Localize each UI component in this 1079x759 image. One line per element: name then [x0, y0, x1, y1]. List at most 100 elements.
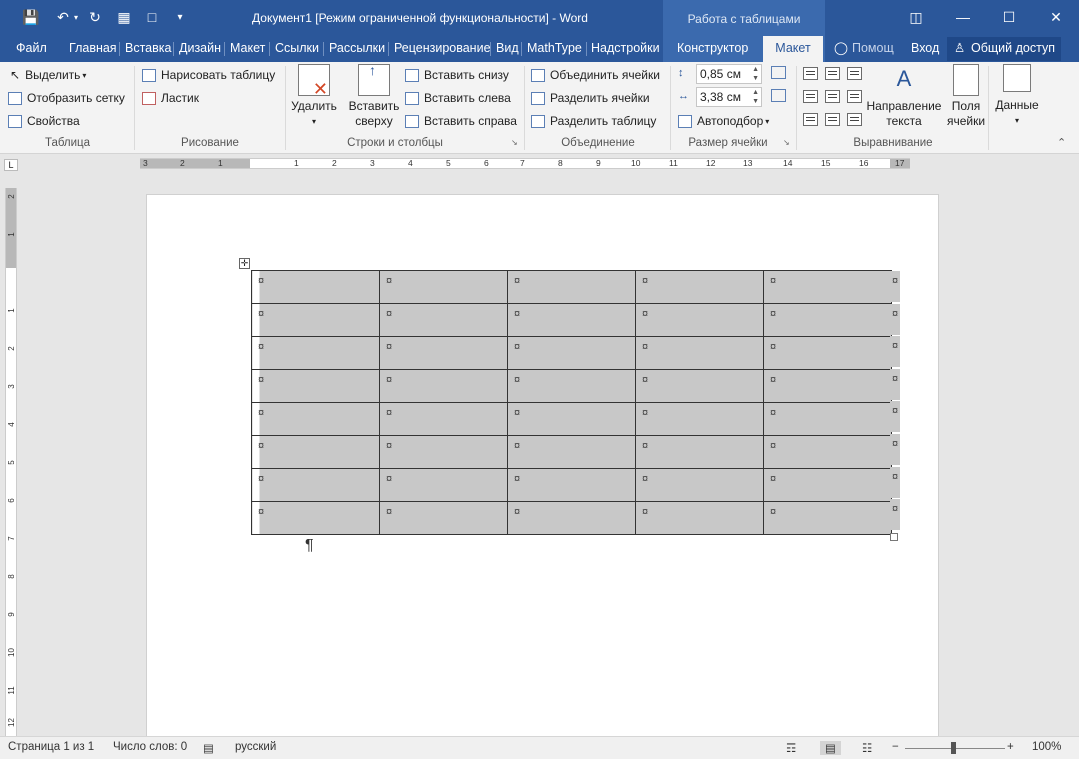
- eraser-button[interactable]: Ластик: [142, 87, 199, 109]
- distribute-rows-icon[interactable]: [771, 66, 786, 79]
- table-cell[interactable]: ¤: [251, 270, 380, 304]
- table-row[interactable]: ¤ ¤ ¤ ¤ ¤: [251, 270, 892, 304]
- spin-arrows-icon[interactable]: ▲ ▼: [752, 88, 759, 106]
- read-mode-icon[interactable]: ☶: [786, 741, 796, 755]
- table-cell[interactable]: ¤: [763, 468, 892, 502]
- align-center-left-icon[interactable]: [803, 90, 818, 103]
- proofing-icon[interactable]: ▤: [203, 741, 214, 755]
- table-cell[interactable]: ¤: [763, 303, 892, 337]
- zoom-slider-thumb[interactable]: [951, 742, 956, 754]
- print-layout-icon[interactable]: ▤: [820, 741, 841, 755]
- table-cell[interactable]: ¤: [251, 468, 380, 502]
- collapse-ribbon-icon[interactable]: ⌃: [1057, 136, 1066, 149]
- word-count[interactable]: Число слов: 0: [113, 741, 187, 753]
- table-cell[interactable]: ¤: [635, 336, 764, 370]
- table-cell[interactable]: ¤: [763, 402, 892, 436]
- select-button[interactable]: ↖ Выделить ▾: [10, 64, 86, 86]
- table-cell[interactable]: ¤: [379, 336, 508, 370]
- properties-button[interactable]: Свойства: [8, 110, 80, 132]
- minimize-button[interactable]: —: [940, 0, 986, 34]
- tab-review[interactable]: Рецензирование: [394, 36, 491, 62]
- table-cell[interactable]: ¤: [379, 468, 508, 502]
- align-bottom-center-icon[interactable]: [825, 113, 840, 126]
- table-cell[interactable]: ¤: [763, 501, 892, 535]
- align-top-center-icon[interactable]: [825, 67, 840, 80]
- table-cell[interactable]: ¤: [251, 435, 380, 469]
- spin-arrows-icon[interactable]: ▲ ▼: [752, 65, 759, 83]
- table-cell[interactable]: ¤: [379, 303, 508, 337]
- insert-right-button[interactable]: Вставить справа: [405, 110, 517, 132]
- align-top-right-icon[interactable]: [847, 67, 862, 80]
- split-cells-button[interactable]: Разделить ячейки: [531, 87, 650, 109]
- tab-table-layout[interactable]: Макет: [763, 36, 823, 62]
- text-direction-button[interactable]: A Направление текста: [866, 64, 942, 129]
- table-cell[interactable]: ¤: [635, 303, 764, 337]
- table-cell[interactable]: ¤: [507, 303, 636, 337]
- dialog-launcher-icon[interactable]: ↘: [511, 138, 518, 147]
- share-button[interactable]: ♙ Общий доступ: [947, 37, 1061, 61]
- table-cell[interactable]: ¤: [507, 435, 636, 469]
- split-table-button[interactable]: Разделить таблицу: [531, 110, 656, 132]
- cell-margins-button[interactable]: Поля ячейки: [944, 64, 988, 129]
- tab-mathtype[interactable]: MathType: [527, 36, 582, 62]
- table-cell[interactable]: ¤: [763, 270, 892, 304]
- cell-width-input[interactable]: 3,38 см ▲ ▼: [696, 87, 762, 107]
- table-cell[interactable]: ¤: [635, 501, 764, 535]
- dialog-launcher-icon[interactable]: ↘: [783, 138, 790, 147]
- zoom-level[interactable]: 100%: [1032, 741, 1061, 753]
- table-cell[interactable]: ¤: [635, 468, 764, 502]
- table-cell[interactable]: ¤: [379, 501, 508, 535]
- align-top-left-icon[interactable]: [803, 67, 818, 80]
- close-button[interactable]: ✕: [1033, 0, 1079, 34]
- distribute-columns-icon[interactable]: [771, 89, 786, 102]
- align-bottom-right-icon[interactable]: [847, 113, 862, 126]
- table-row[interactable]: ¤ ¤ ¤ ¤ ¤: [251, 468, 892, 502]
- align-center-right-icon[interactable]: [847, 90, 862, 103]
- table-row[interactable]: ¤ ¤ ¤ ¤ ¤: [251, 369, 892, 403]
- draw-table-button[interactable]: Нарисовать таблицу: [142, 64, 275, 86]
- table-cell[interactable]: ¤: [635, 435, 764, 469]
- tab-layout[interactable]: Макет: [230, 36, 265, 62]
- table-row[interactable]: ¤ ¤ ¤ ¤ ¤: [251, 303, 892, 337]
- delete-button[interactable]: ✕ Удалить ▾: [290, 64, 338, 129]
- zoom-out-icon[interactable]: −: [892, 741, 899, 753]
- insert-left-button[interactable]: Вставить слева: [405, 87, 511, 109]
- tab-design[interactable]: Дизайн: [179, 36, 221, 62]
- document-page[interactable]: ✛ ¤ ¤ ¤ ¤ ¤ ¤ ¤ ¤ ¤ ¤ ¤ ¤ ¤ ¤ ¤ ¤ ¤ ¤ ¤ ¤ ¤ ¤ ¤ ¤ ¤ ¤ ¤ ¤ ¤ ¤ ¤ ¤ ¤ ¤ ¤ ¤ ¤ ¤…: [146, 194, 939, 739]
- sign-in-link[interactable]: Вход: [911, 36, 939, 62]
- table-row[interactable]: ¤ ¤ ¤ ¤ ¤: [251, 402, 892, 436]
- tab-references[interactable]: Ссылки: [275, 36, 319, 62]
- horizontal-ruler[interactable]: 3 2 1 1 2 3 4 5 6 7 8 9 10 11 12 13 14 1…: [140, 158, 910, 169]
- table-cell[interactable]: ¤: [507, 270, 636, 304]
- table-cell[interactable]: ¤: [379, 402, 508, 436]
- align-bottom-left-icon[interactable]: [803, 113, 818, 126]
- tab-file[interactable]: Файл: [16, 36, 47, 62]
- table-cell[interactable]: ¤: [379, 270, 508, 304]
- tab-home[interactable]: Главная: [69, 36, 117, 62]
- tab-view[interactable]: Вид: [496, 36, 519, 62]
- language-indicator[interactable]: русский: [235, 741, 276, 753]
- vertical-ruler[interactable]: 2 1 1 2 3 4 5 6 7 8 9 10 11 12: [5, 188, 17, 736]
- table-cell[interactable]: ¤: [251, 369, 380, 403]
- undo-dropdown-icon[interactable]: ▾: [70, 6, 82, 28]
- redo-icon[interactable]: ↻: [82, 6, 108, 28]
- table-cell[interactable]: ¤: [763, 435, 892, 469]
- ribbon-display-options-icon[interactable]: ◫: [893, 0, 939, 34]
- tell-me-search[interactable]: Помощ: [852, 36, 894, 62]
- autofit-button[interactable]: Автоподбор ▾: [678, 110, 769, 132]
- table-cell[interactable]: ¤: [507, 369, 636, 403]
- cell-height-input[interactable]: 0,85 см ▲ ▼: [696, 64, 762, 84]
- merge-cells-button[interactable]: Объединить ячейки: [531, 64, 660, 86]
- table-cell[interactable]: ¤: [635, 369, 764, 403]
- align-center-icon[interactable]: [825, 90, 840, 103]
- tab-mailings[interactable]: Рассылки: [329, 36, 385, 62]
- new-document-icon[interactable]: □: [139, 6, 165, 28]
- insert-above-button[interactable]: ↑ Вставить сверху: [345, 63, 403, 129]
- table-cell[interactable]: ¤: [507, 468, 636, 502]
- tab-table-design[interactable]: Конструктор: [677, 36, 748, 62]
- table-cell[interactable]: ¤: [251, 336, 380, 370]
- table-cell[interactable]: ¤: [635, 270, 764, 304]
- table-cell[interactable]: ¤: [507, 402, 636, 436]
- tab-addins[interactable]: Надстройки: [591, 36, 660, 62]
- tab-selector[interactable]: L: [4, 159, 18, 171]
